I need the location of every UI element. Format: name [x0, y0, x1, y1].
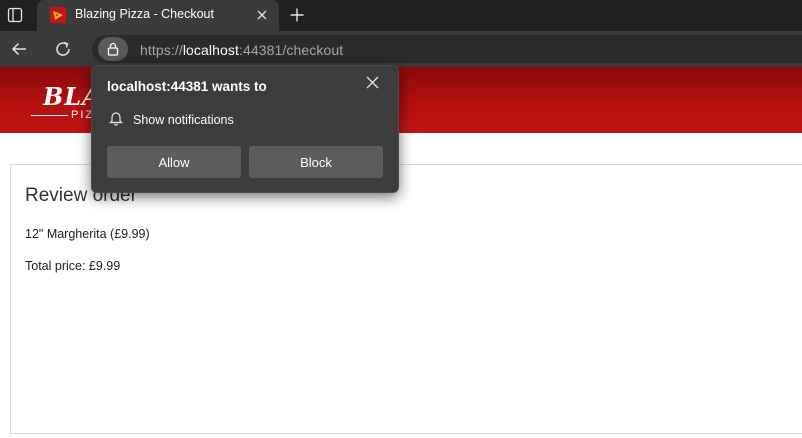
bell-icon: [108, 110, 124, 131]
order-total: Total price: £9.99: [25, 259, 121, 273]
allow-button[interactable]: Allow: [107, 146, 241, 178]
url-text[interactable]: https://localhost:44381/checkout: [140, 42, 343, 58]
address-bar[interactable]: https://localhost:44381/checkout: [92, 35, 802, 63]
lock-icon[interactable]: [98, 37, 128, 61]
url-path: :44381/checkout: [238, 42, 344, 58]
popup-title: localhost:44381 wants to: [107, 79, 267, 94]
url-scheme: https://: [140, 42, 183, 58]
block-button[interactable]: Block: [249, 146, 383, 178]
close-icon[interactable]: [255, 8, 269, 22]
pizza-favicon-icon: [50, 7, 66, 23]
plus-icon[interactable]: [287, 5, 307, 25]
tab-title: Blazing Pizza - Checkout: [75, 7, 214, 21]
permission-row: Show notifications: [108, 111, 234, 129]
logo-divider: [31, 115, 68, 116]
tab-actions-icon[interactable]: [5, 5, 25, 25]
back-arrow-icon[interactable]: [8, 38, 30, 60]
order-item: 12" Margherita (£9.99): [25, 227, 150, 241]
browser-tab[interactable]: Blazing Pizza - Checkout: [37, 0, 279, 31]
close-icon[interactable]: [364, 74, 380, 90]
notification-permission-popup: localhost:44381 wants to Show notificati…: [91, 65, 399, 193]
url-host: localhost: [182, 42, 239, 58]
order-review-card: Review order 12" Margherita (£9.99) Tota…: [10, 164, 802, 434]
refresh-icon[interactable]: [52, 38, 74, 60]
tab-bar: Blazing Pizza - Checkout: [0, 0, 802, 31]
permission-label: Show notifications: [133, 113, 234, 127]
browser-toolbar: https://localhost:44381/checkout: [0, 31, 802, 67]
